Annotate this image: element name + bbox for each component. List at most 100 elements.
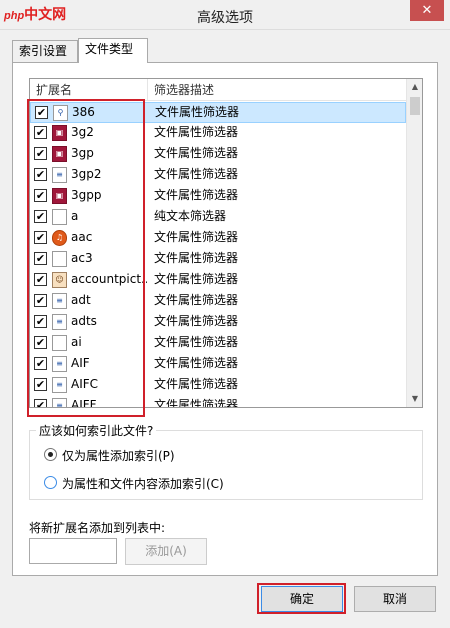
list-item[interactable]: ✔ ⚲ 386 文件属性筛选器 — [30, 102, 406, 123]
list-item[interactable]: ✔ ♫ aac 文件属性筛选器 — [30, 228, 406, 249]
column-header-extension[interactable]: 扩展名 — [30, 79, 148, 101]
list-item[interactable]: ✔ ▣ 3gpp 文件属性筛选器 — [30, 186, 406, 207]
extension-name: a — [71, 209, 79, 223]
generic-file-icon: ≡ — [52, 167, 67, 183]
generic-file-icon: ≡ — [52, 314, 67, 330]
list-item[interactable]: ✔ ai 文件属性筛选器 — [30, 333, 406, 354]
list-rows: ✔ ⚲ 386 文件属性筛选器 ✔ ▣ 3g2 文件属性筛选器 ✔ ▣ 3gp 文件属性筛选器 ✔ ≡ 3g… — [30, 102, 406, 408]
extension-checkbox[interactable]: ✔ — [34, 231, 47, 244]
extension-name: aac — [71, 230, 93, 244]
list-item[interactable]: ✔ ≡ adts 文件属性筛选器 — [30, 312, 406, 333]
extension-name: AIF — [71, 356, 90, 370]
vertical-scrollbar[interactable]: ▲ ▼ — [406, 79, 422, 407]
filter-description: 文件属性筛选器 — [154, 356, 239, 370]
audio-file-icon: ♫ — [52, 230, 67, 246]
blank-file-icon — [52, 251, 67, 267]
extension-checkbox[interactable]: ✔ — [34, 357, 47, 370]
extension-checkbox[interactable]: ✔ — [34, 252, 47, 265]
filter-description: 文件属性筛选器 — [154, 398, 239, 408]
extension-name: AIFC — [71, 377, 99, 391]
extension-checkbox[interactable]: ✔ — [34, 168, 47, 181]
list-item[interactable]: ✔ ac3 文件属性筛选器 — [30, 249, 406, 270]
tab-file-types[interactable]: 文件类型 — [78, 38, 148, 63]
radio-properties-and-content-label[interactable]: 为属性和文件内容添加索引(C) — [62, 475, 224, 492]
extension-name: ac3 — [71, 251, 93, 265]
extension-checkbox[interactable]: ✔ — [34, 336, 47, 349]
list-item[interactable]: ✔ ≡ adt 文件属性筛选器 — [30, 291, 406, 312]
filter-description: 文件属性筛选器 — [154, 230, 239, 244]
list-item[interactable]: ✔ a 纯文本筛选器 — [30, 207, 406, 228]
close-icon[interactable]: ✕ — [410, 0, 444, 21]
add-extension-input[interactable] — [29, 538, 117, 564]
radio-properties-only[interactable] — [44, 448, 57, 461]
list-item[interactable]: ✔ ☺ accountpict... 文件属性筛选器 — [30, 270, 406, 291]
title-bar: php中文网 高级选项 ✕ — [0, 0, 450, 30]
tab-index-settings[interactable]: 索引设置 — [12, 40, 78, 62]
blank-file-icon — [52, 209, 67, 225]
scroll-up-icon[interactable]: ▲ — [407, 79, 422, 95]
generic-file-icon: ≡ — [52, 356, 67, 372]
filter-description: 文件属性筛选器 — [154, 188, 239, 202]
link-file-icon: ⚲ — [53, 105, 68, 121]
extension-name: 3gpp — [71, 188, 102, 202]
extension-checkbox[interactable]: ✔ — [34, 126, 47, 139]
scroll-down-icon[interactable]: ▼ — [407, 391, 422, 407]
generic-file-icon: ≡ — [52, 293, 67, 309]
extension-name: accountpict... — [71, 272, 147, 286]
filter-description: 文件属性筛选器 — [154, 167, 239, 181]
media-file-icon: ▣ — [52, 188, 67, 204]
extension-name: ai — [71, 335, 82, 349]
extension-name: AIFF — [71, 398, 97, 408]
user-file-icon: ☺ — [52, 272, 67, 288]
generic-file-icon: ≡ — [52, 398, 67, 407]
add-extension-button[interactable]: 添加(A) — [125, 538, 207, 565]
blank-file-icon — [52, 335, 67, 351]
filter-description: 文件属性筛选器 — [154, 314, 239, 328]
generic-file-icon: ≡ — [52, 377, 67, 393]
list-item[interactable]: ✔ ≡ AIFF 文件属性筛选器 — [30, 396, 406, 408]
filter-description: 文件属性筛选器 — [154, 272, 239, 286]
list-item[interactable]: ✔ ≡ AIFC 文件属性筛选器 — [30, 375, 406, 396]
radio-properties-only-label[interactable]: 仅为属性添加索引(P) — [62, 447, 175, 464]
extension-checkbox[interactable]: ✔ — [34, 273, 47, 286]
index-method-group: 应该如何索引此文件? 仅为属性添加索引(P) 为属性和文件内容添加索引(C) — [29, 422, 423, 500]
extension-checkbox[interactable]: ✔ — [34, 399, 47, 407]
extension-checkbox[interactable]: ✔ — [34, 315, 47, 328]
extension-name: 3gp — [71, 146, 94, 160]
extension-checkbox[interactable]: ✔ — [34, 189, 47, 202]
extension-checkbox[interactable]: ✔ — [34, 294, 47, 307]
filter-description: 文件属性筛选器 — [155, 105, 240, 119]
column-header-description[interactable]: 筛选器描述 — [148, 79, 408, 101]
file-type-list[interactable]: 扩展名 筛选器描述 ✔ ⚲ 386 文件属性筛选器 ✔ ▣ 3g2 文件属性筛选器 ✔ ▣ 3gp 文… — [29, 78, 423, 408]
cancel-button[interactable]: 取消 — [354, 586, 436, 612]
list-header: 扩展名 筛选器描述 — [30, 79, 422, 101]
filter-description: 文件属性筛选器 — [154, 125, 239, 139]
radio-dot — [48, 452, 53, 457]
list-item[interactable]: ✔ ≡ AIF 文件属性筛选器 — [30, 354, 406, 375]
tab-panel: 扩展名 筛选器描述 ✔ ⚲ 386 文件属性筛选器 ✔ ▣ 3g2 文件属性筛选器 ✔ ▣ 3gp 文… — [12, 62, 438, 576]
index-method-legend: 应该如何索引此文件? — [36, 422, 157, 439]
filter-description: 文件属性筛选器 — [154, 293, 239, 307]
radio-properties-and-content[interactable] — [44, 476, 57, 489]
filter-description: 纯文本筛选器 — [154, 209, 227, 223]
extension-checkbox[interactable]: ✔ — [34, 147, 47, 160]
ok-button[interactable]: 确定 — [261, 586, 343, 612]
add-extension-label: 将新扩展名添加到列表中: — [29, 521, 166, 535]
extension-checkbox[interactable]: ✔ — [34, 210, 47, 223]
media-file-icon: ▣ — [52, 146, 67, 162]
filter-description: 文件属性筛选器 — [154, 251, 239, 265]
list-item[interactable]: ✔ ≡ 3gp2 文件属性筛选器 — [30, 165, 406, 186]
filter-description: 文件属性筛选器 — [154, 335, 239, 349]
extension-name: adt — [71, 293, 91, 307]
filter-description: 文件属性筛选器 — [154, 377, 239, 391]
extension-name: adts — [71, 314, 97, 328]
media-file-icon: ▣ — [52, 125, 67, 141]
list-item[interactable]: ✔ ▣ 3gp 文件属性筛选器 — [30, 144, 406, 165]
extension-name: 386 — [72, 105, 95, 119]
extension-checkbox[interactable]: ✔ — [34, 378, 47, 391]
scroll-thumb[interactable] — [410, 97, 420, 115]
list-item[interactable]: ✔ ▣ 3g2 文件属性筛选器 — [30, 123, 406, 144]
extension-checkbox[interactable]: ✔ — [35, 106, 48, 119]
extension-name: 3g2 — [71, 125, 94, 139]
extension-name: 3gp2 — [71, 167, 102, 181]
